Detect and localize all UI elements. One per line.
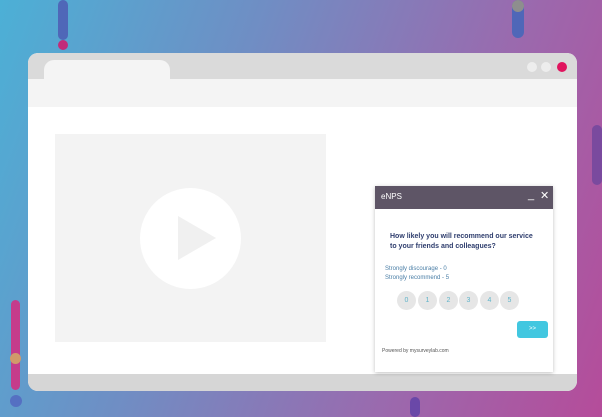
- score-option-3[interactable]: 3: [459, 291, 478, 310]
- next-button[interactable]: >>: [517, 321, 548, 338]
- enps-survey-widget: eNPS _ ✕ How likely you will recommend o…: [375, 186, 553, 372]
- video-player[interactable]: [55, 134, 326, 342]
- close-icon[interactable]: ✕: [540, 190, 549, 202]
- score-option-4[interactable]: 4: [480, 291, 499, 310]
- survey-question: How likely you will recommend our servic…: [390, 233, 533, 250]
- decor-bar: [11, 300, 20, 390]
- scale-high-label: Strongly recommend - 5: [385, 275, 450, 281]
- decor-dot: [512, 0, 524, 12]
- play-icon[interactable]: [140, 188, 241, 289]
- window-button-2[interactable]: [541, 62, 551, 72]
- decor-dot: [58, 40, 68, 50]
- decor-bar: [592, 125, 602, 185]
- decor-bar: [58, 0, 68, 40]
- decor-dot: [10, 395, 22, 407]
- minimize-icon[interactable]: _: [528, 189, 534, 201]
- decor-dot: [10, 353, 21, 364]
- decor-bar: [410, 397, 420, 417]
- score-option-5[interactable]: 5: [500, 291, 519, 310]
- score-option-1[interactable]: 1: [418, 291, 437, 310]
- window-button-1[interactable]: [527, 62, 537, 72]
- play-triangle: [178, 216, 216, 260]
- widget-header: eNPS _ ✕: [375, 186, 553, 209]
- powered-by-text: Powered by mysurveylab.com: [382, 348, 449, 354]
- widget-title: eNPS: [381, 192, 402, 201]
- scale-low-label: Strongly discourage - 0: [385, 266, 447, 272]
- browser-toolbar: [28, 79, 577, 107]
- window-close-button[interactable]: [557, 62, 567, 72]
- score-option-2[interactable]: 2: [439, 291, 458, 310]
- score-option-0[interactable]: 0: [397, 291, 416, 310]
- browser-bottom-bar: [28, 374, 577, 391]
